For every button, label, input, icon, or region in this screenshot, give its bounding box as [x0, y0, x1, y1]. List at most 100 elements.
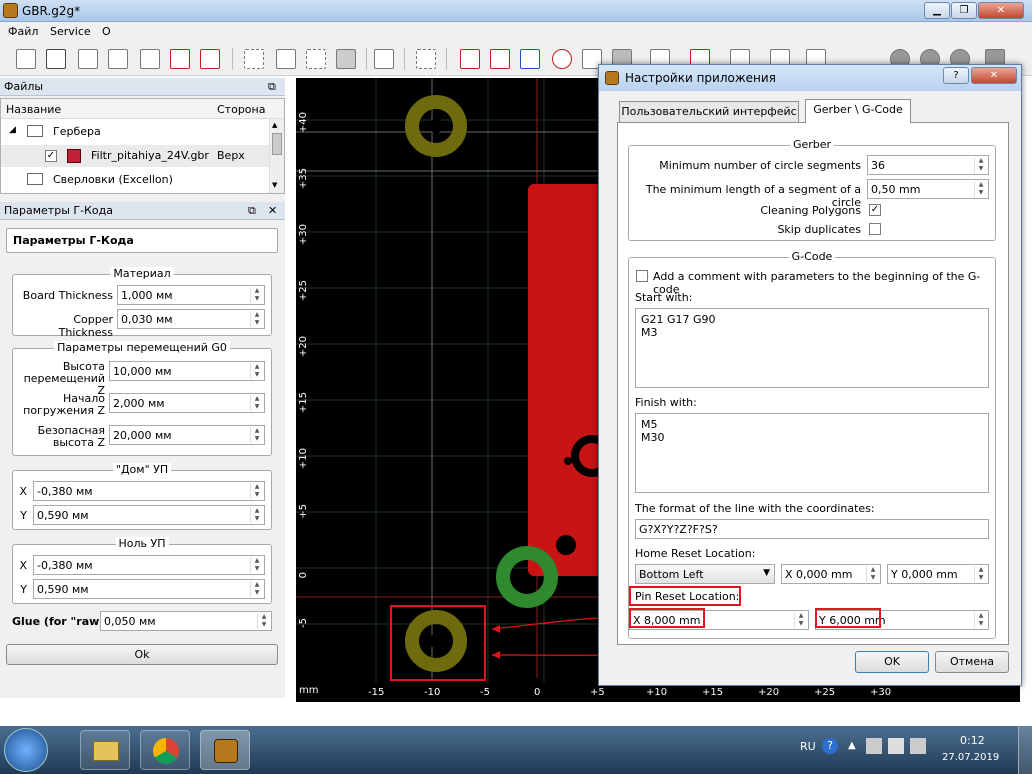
dialog-cancel-button[interactable]: Отмена	[935, 651, 1009, 673]
language-indicator[interactable]: RU	[800, 740, 816, 753]
spin-arrows-icon[interactable]: ▲ ▼	[250, 507, 263, 523]
menu-service[interactable]: Service	[50, 25, 91, 38]
zoom-fit-icon[interactable]	[244, 49, 264, 69]
spin-arrows-icon[interactable]: ▲ ▼	[250, 363, 263, 379]
start-with-textarea[interactable]: G21 G17 G90 M3	[635, 308, 989, 388]
path-icon[interactable]	[520, 49, 540, 69]
volume-icon[interactable]	[910, 738, 926, 754]
open-folder-icon[interactable]	[46, 49, 66, 69]
spin-arrows-icon[interactable]: ▲ ▼	[250, 395, 263, 411]
zoom-board-icon[interactable]	[276, 49, 296, 69]
spin-arrows-icon[interactable]: ▲ ▼	[250, 427, 263, 443]
expand-tray-icon[interactable]: ▲	[848, 740, 856, 751]
home-reset-select[interactable]: Bottom Left ▼	[635, 564, 775, 584]
save-icon[interactable]	[78, 49, 98, 69]
dialog-title-bar: Настройки приложения ? ✕	[599, 65, 1021, 91]
tab-ui[interactable]: Пользовательский интерфейс	[619, 101, 799, 123]
float-icon[interactable]: ⧉	[248, 204, 256, 218]
menu-about[interactable]: О	[102, 25, 111, 38]
travel-height-spinbox[interactable]: 10,000 мм ▲ ▼	[109, 361, 265, 381]
new-file-icon[interactable]	[16, 49, 36, 69]
scroll-thumb[interactable]	[272, 133, 282, 155]
gcode-ok-button[interactable]: Ok	[6, 644, 278, 665]
format-input[interactable]: G?X?Y?Z?F?S?	[635, 519, 989, 539]
material-group: Материал Board Thickness 1,000 мм ▲ ▼ Copp…	[12, 267, 272, 339]
zero-y-spinbox[interactable]: 0,590 мм ▲ ▼	[33, 579, 265, 599]
close-file-icon[interactable]	[170, 49, 190, 69]
file-visible-checkbox[interactable]: ✓	[45, 150, 57, 162]
gcode-group: G-Code Add a comment with parameters to …	[628, 250, 996, 639]
dialog-ok-button[interactable]: OK	[855, 651, 929, 673]
tree-group-drills[interactable]: Сверловки (Excellon)	[1, 169, 269, 191]
grid-icon[interactable]	[374, 49, 394, 69]
spin-arrows-icon[interactable]: ▲ ▼	[257, 613, 270, 629]
zoom-selection-icon[interactable]	[306, 49, 326, 69]
close-icon[interactable]: ✕	[268, 204, 277, 217]
g2g-app-icon[interactable]	[200, 730, 250, 770]
spin-arrows-icon[interactable]: ▲ ▼	[866, 566, 879, 582]
clock-date[interactable]: 27.07.2019	[942, 752, 999, 763]
safe-height-spinbox[interactable]: 20,000 мм ▲ ▼	[109, 425, 265, 445]
chrome-icon[interactable]	[140, 730, 190, 770]
spin-arrows-icon[interactable]: ▲ ▼	[250, 557, 263, 573]
tree-file-row[interactable]: ✓ Filtr_pitahiya_24V.gbr Верх	[1, 145, 269, 167]
spin-arrows-icon[interactable]: ▲ ▼	[794, 612, 807, 628]
minimize-button[interactable]: ▁	[924, 2, 950, 19]
collapse-icon[interactable]: ◢	[9, 125, 16, 135]
dropdown-arrow-icon[interactable]: ▼	[763, 568, 770, 578]
tab-gerber-gcode[interactable]: Gerber \ G-Code	[805, 99, 911, 123]
spin-arrows-icon[interactable]: ▲ ▼	[250, 581, 263, 597]
show-desktop-button[interactable]	[1018, 726, 1032, 774]
col-name-header[interactable]: Название	[6, 103, 61, 116]
home-y-spinbox[interactable]: 0,590 мм ▲ ▼	[33, 505, 265, 525]
copper-thickness-spinbox[interactable]: 0,030 мм ▲ ▼	[117, 309, 265, 329]
gcode-panel-title: Параметры Г-Кода	[4, 204, 113, 217]
float-icon[interactable]: ⧉	[268, 80, 276, 94]
board-thickness-spinbox[interactable]: 1,000 мм ▲ ▼	[117, 285, 265, 305]
add-comment-checkbox[interactable]	[636, 270, 648, 282]
glue-spinbox[interactable]: 0,050 мм ▲ ▼	[100, 611, 272, 631]
start-button[interactable]	[4, 728, 48, 772]
finish-with-textarea[interactable]: M5 M30	[635, 413, 989, 493]
zero-x-spinbox[interactable]: -0,380 мм ▲ ▼	[33, 555, 265, 575]
files-tree[interactable]: Название Сторона ◢ Гербера ✓ Filtr_pitah…	[0, 98, 285, 194]
home-x-input[interactable]: X 0,000 mm ▲ ▼	[781, 564, 881, 584]
help-icon[interactable]: ?	[822, 738, 838, 754]
layer-icon[interactable]	[460, 49, 480, 69]
spin-arrows-icon[interactable]: ▲ ▼	[974, 612, 987, 628]
outline-icon[interactable]	[490, 49, 510, 69]
network-icon[interactable]	[888, 738, 904, 754]
drill-icon[interactable]	[552, 49, 572, 69]
zoom-all-icon[interactable]	[336, 49, 356, 69]
x-tick-label: +15	[702, 687, 724, 698]
menu-file[interactable]: Файл	[8, 25, 38, 38]
home-y-input[interactable]: Y 0,000 mm ▲ ▼	[887, 564, 989, 584]
spin-arrows-icon[interactable]: ▲ ▼	[250, 311, 263, 327]
tree-group-gerber[interactable]: ◢ Гербера	[1, 121, 269, 143]
home-x-spinbox[interactable]: -0,380 мм ▲ ▼	[33, 481, 265, 501]
save-gcode-icon[interactable]	[140, 49, 160, 69]
dialog-help-button[interactable]: ?	[943, 67, 969, 84]
col-side-header[interactable]: Сторона	[217, 103, 265, 116]
plunge-start-spinbox[interactable]: 2,000 мм ▲ ▼	[109, 393, 265, 413]
explorer-icon[interactable]	[80, 730, 130, 770]
spin-arrows-icon[interactable]: ▲ ▼	[974, 181, 987, 197]
select-icon[interactable]	[416, 49, 436, 69]
layer-color-swatch[interactable]	[67, 149, 81, 163]
min-length-spinbox[interactable]: 0,50 mm ▲ ▼	[867, 179, 989, 199]
spin-arrows-icon[interactable]: ▲ ▼	[250, 483, 263, 499]
segments-spinbox[interactable]: 36 ▲ ▼	[867, 155, 989, 175]
clock-time[interactable]: 0:12	[960, 734, 985, 747]
maximize-button[interactable]: ❐	[951, 2, 977, 19]
save-as-icon[interactable]	[108, 49, 128, 69]
cleaning-polygons-checkbox[interactable]: ✓	[869, 204, 881, 216]
skip-duplicates-checkbox[interactable]	[869, 223, 881, 235]
dialog-close-button[interactable]: ✕	[971, 67, 1017, 84]
close-button[interactable]: ✕	[978, 2, 1024, 19]
delete-file-icon[interactable]	[200, 49, 220, 69]
spin-arrows-icon[interactable]: ▲ ▼	[974, 566, 987, 582]
tree-scrollbar[interactable]: ▲ ▼	[269, 119, 284, 193]
spin-arrows-icon[interactable]: ▲ ▼	[974, 157, 987, 173]
spin-arrows-icon[interactable]: ▲ ▼	[250, 287, 263, 303]
tray-app-icon[interactable]	[866, 738, 882, 754]
